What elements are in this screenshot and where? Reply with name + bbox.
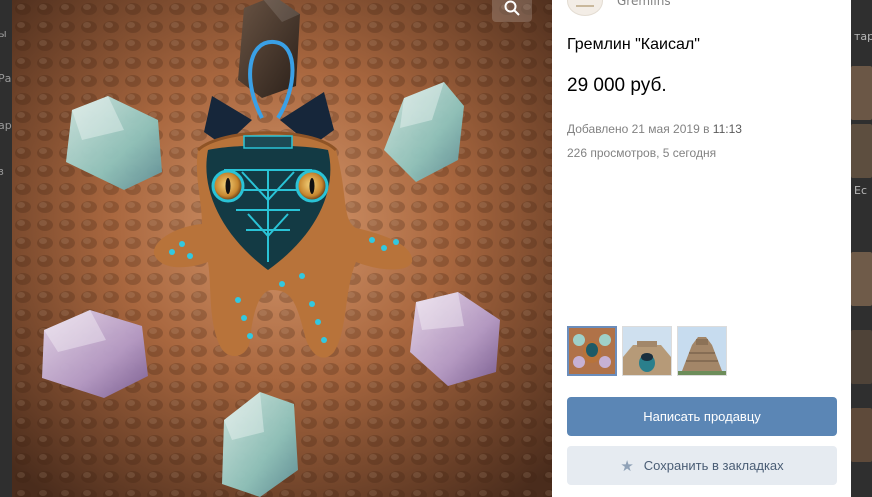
background-page-left: ы Ра ар з [0, 0, 12, 497]
star-icon: ★ [620, 457, 634, 475]
product-info-panel: Gremlins Гремлин "Каисал" 29 000 руб. До… [552, 0, 851, 497]
magnifier-icon [504, 0, 520, 16]
photo-thumb-1[interactable] [567, 326, 617, 376]
view-count: 226 просмотров, 5 сегодня [567, 146, 717, 160]
background-text: Ес [854, 184, 867, 197]
background-thumbnail [851, 252, 872, 306]
photo-thumbnails [567, 326, 727, 376]
background-thumbnail [851, 330, 872, 384]
zoom-button[interactable] [492, 0, 532, 22]
background-thumbnail [851, 408, 872, 462]
product-price: 29 000 руб. [567, 75, 667, 96]
background-thumbnail [851, 66, 872, 120]
seller-link[interactable]: Gremlins [567, 0, 671, 16]
product-title: Гремлин "Каисал" [567, 36, 700, 53]
seller-name: Gremlins [617, 0, 671, 8]
added-date: Добавлено 21 мая 2019 в 11:13 [567, 122, 742, 136]
background-text: з [0, 165, 4, 178]
background-page-right: тар Ес [851, 0, 872, 497]
save-bookmark-label: Сохранить в закладках [643, 458, 784, 473]
background-text: ар [0, 119, 12, 132]
photo-thumb-3[interactable] [677, 326, 727, 376]
photo-thumb-2[interactable] [622, 326, 672, 376]
product-photo[interactable] [12, 0, 552, 497]
added-time: 11:13 [712, 122, 742, 136]
background-text: тар [854, 30, 872, 43]
added-date-text: Добавлено 21 мая 2019 в [567, 122, 713, 136]
background-text: Ра [0, 72, 12, 85]
message-seller-button[interactable]: Написать продавцу [567, 397, 837, 436]
background-text: ы [0, 27, 7, 40]
seller-avatar [567, 0, 603, 16]
background-thumbnail [851, 124, 872, 178]
save-bookmark-button[interactable]: ★ Сохранить в закладках [567, 446, 837, 485]
